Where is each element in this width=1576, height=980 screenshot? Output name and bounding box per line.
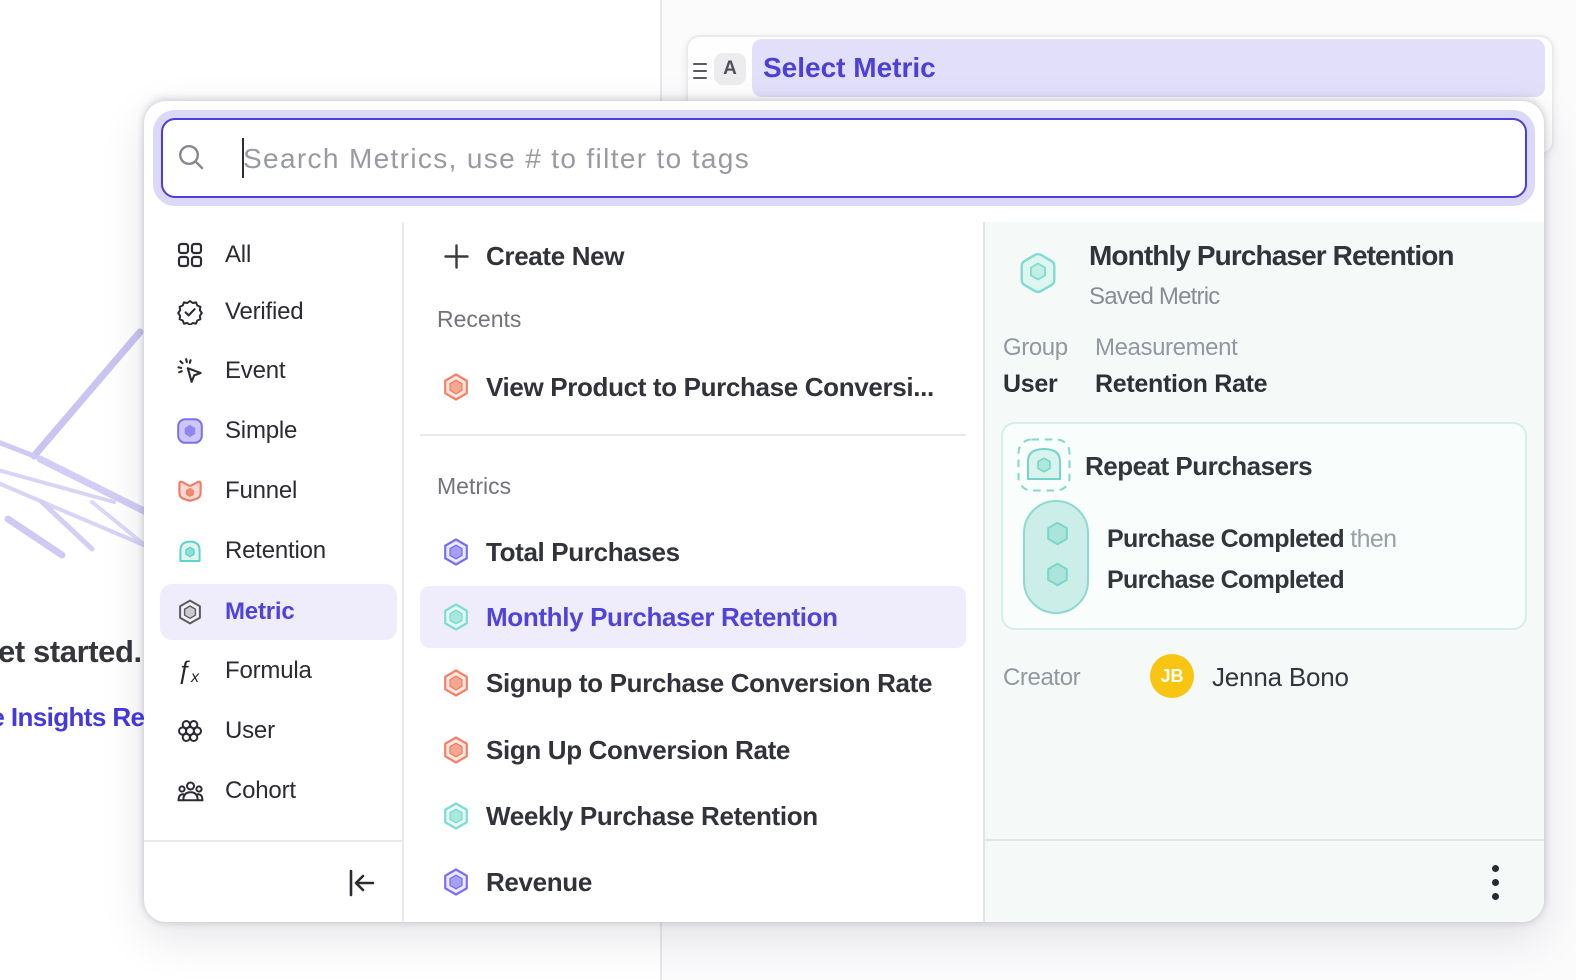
svg-text:ƒ: ƒ — [177, 658, 191, 685]
svg-text:x: x — [190, 669, 200, 686]
